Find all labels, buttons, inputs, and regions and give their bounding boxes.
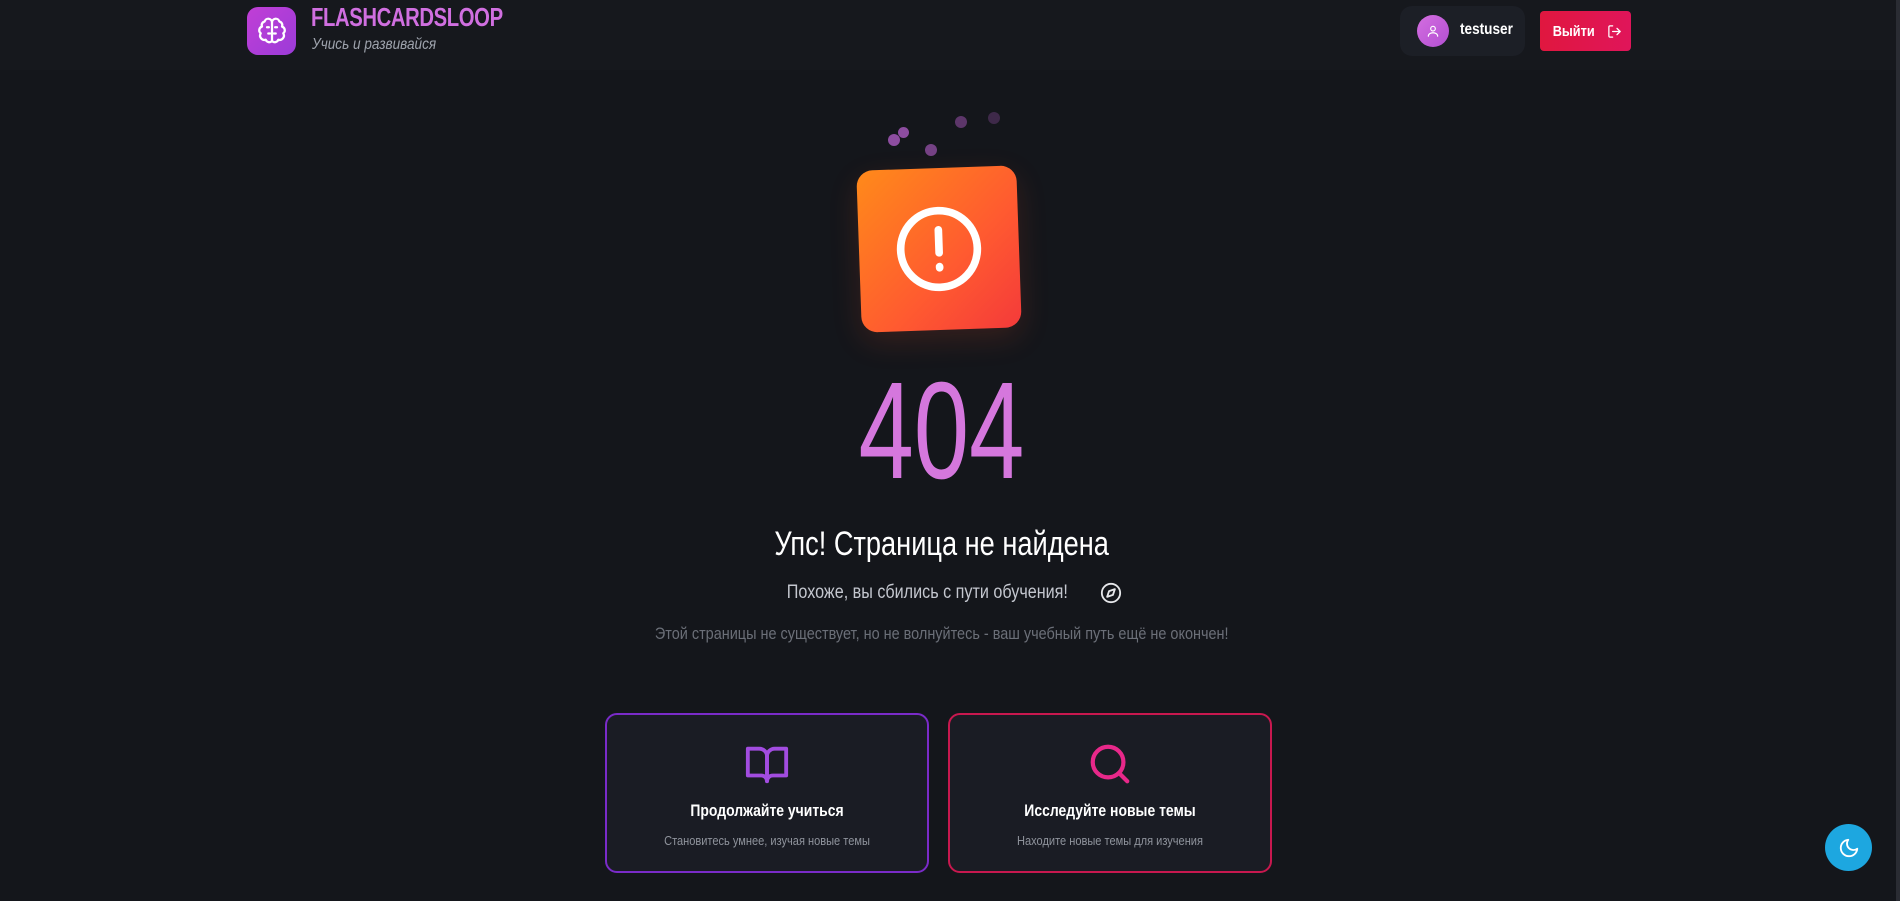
logout-label: Выйти (1552, 22, 1596, 40)
user-menu[interactable]: testuser (1400, 6, 1525, 56)
card-title: Продолжайте учиться (690, 801, 844, 820)
decor-dot (925, 144, 937, 156)
user-avatar-icon (1417, 15, 1449, 47)
book-open-icon (745, 746, 789, 784)
alert-circle-icon (896, 206, 982, 292)
logout-icon (1607, 24, 1621, 38)
continue-learning-card[interactable]: Продолжайте учиться Становитесь умнее, и… (605, 713, 929, 873)
page-title: Упс! Страница не найдена (774, 525, 1109, 563)
logout-button[interactable]: Выйти (1540, 11, 1631, 51)
card-title: Исследуйте новые темы (1024, 801, 1196, 820)
card-description: Находите новые темы для изучения (1017, 833, 1203, 848)
decor-dot (898, 127, 909, 138)
brand-subtitle: Учись и развивайся (312, 36, 437, 53)
search-icon (1090, 744, 1130, 784)
theme-toggle-button[interactable] (1825, 824, 1872, 871)
brain-logo-icon[interactable] (247, 7, 296, 55)
compass-icon (1101, 582, 1122, 604)
decor-dot (988, 112, 1000, 124)
warning-tile (856, 165, 1022, 333)
page-scrollbar[interactable] (1896, 0, 1900, 901)
brand-title[interactable]: FLASHCARDSLOOP (311, 2, 503, 33)
subline: Похоже, вы сбились с пути обучения! (0, 582, 1884, 604)
top-header: FLASHCARDSLOOP Учись и развивайся testus… (0, 0, 1896, 70)
card-description: Становитесь умнее, изучая новые темы (664, 833, 870, 848)
error-code: 404 (858, 354, 1025, 508)
decor-dot (955, 116, 967, 128)
moon-icon (1839, 838, 1858, 857)
info-note: Этой страницы не существует, но не волну… (654, 624, 1229, 643)
explore-topics-card[interactable]: Исследуйте новые темы Находите новые тем… (948, 713, 1272, 873)
user-name: testuser (1460, 21, 1513, 38)
subline-text: Похоже, вы сбились с пути обучения! (786, 582, 1068, 603)
